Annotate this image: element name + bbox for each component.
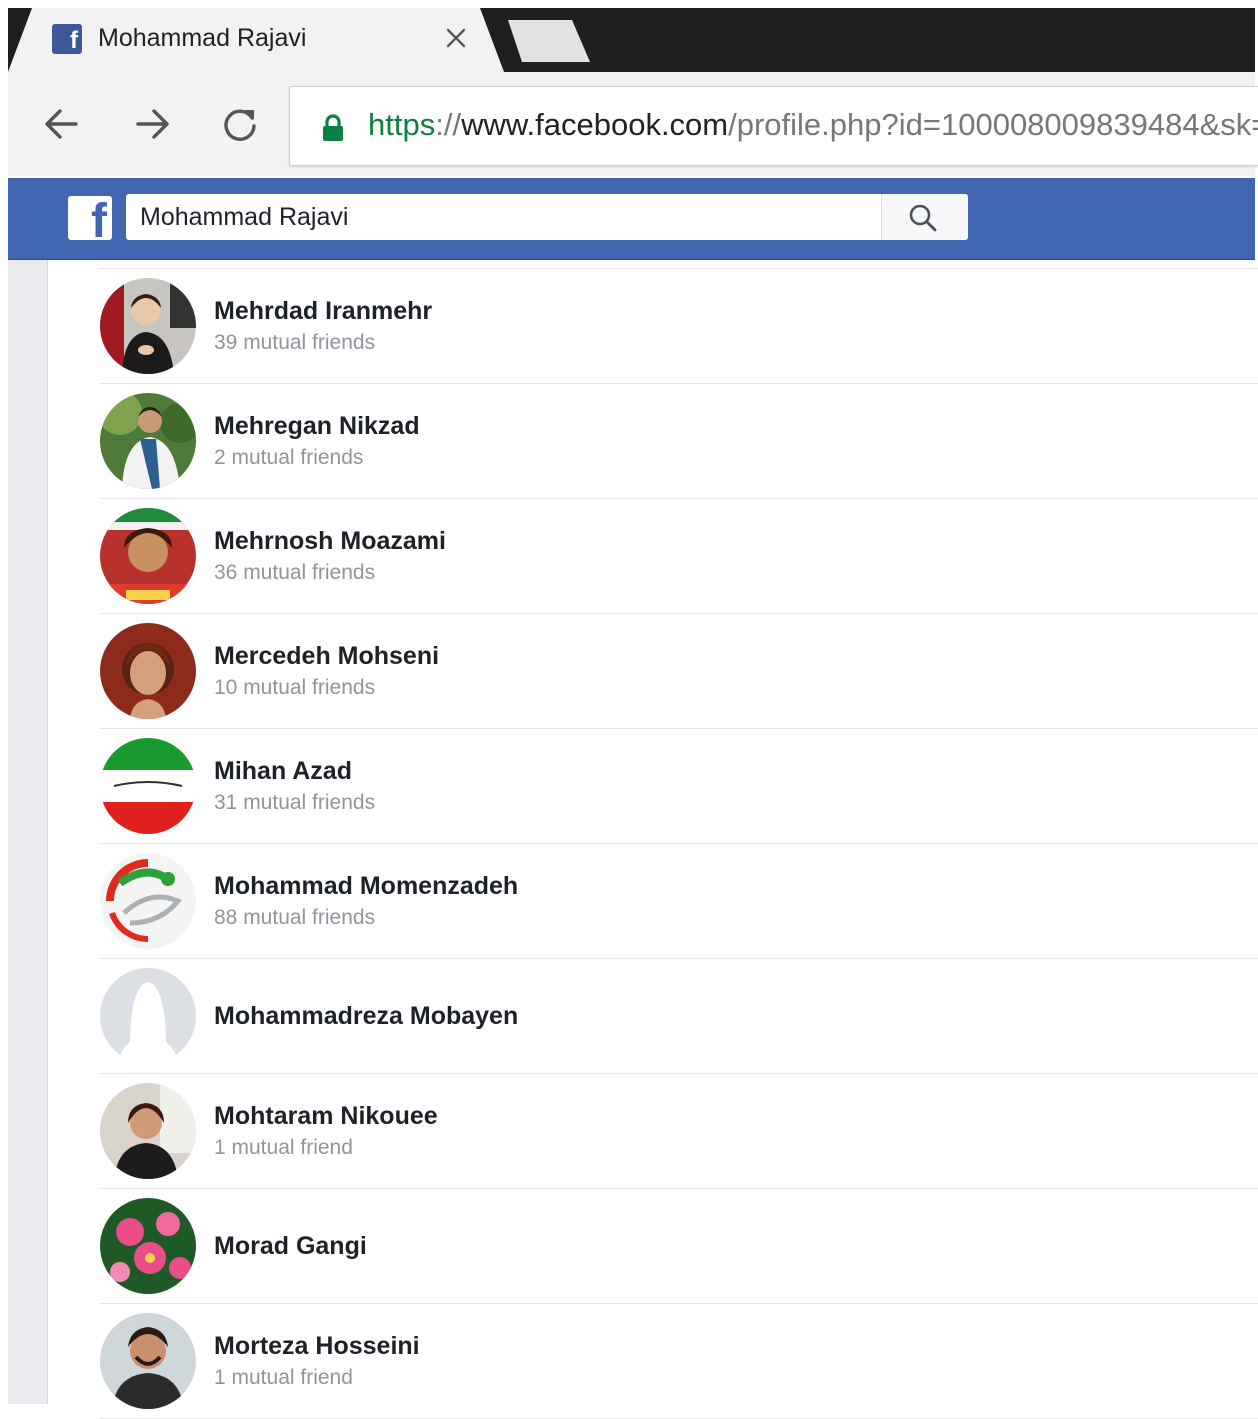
friend-row[interactable]: Mehregan Nikzad 2 mutual friends <box>100 384 1258 499</box>
search-button[interactable] <box>881 194 968 240</box>
friend-name[interactable]: Mercedeh Mohseni <box>214 640 439 672</box>
facebook-favicon-icon: f <box>52 24 82 54</box>
friend-name[interactable]: Morad Gangi <box>214 1230 367 1262</box>
avatar[interactable] <box>100 278 196 374</box>
browser-toolbar: https://www.facebook.com/profile.php?id=… <box>8 72 1258 176</box>
avatar[interactable] <box>100 968 196 1064</box>
close-tab-icon[interactable] <box>440 22 472 54</box>
avatar[interactable] <box>100 853 196 949</box>
mutual-friends-count[interactable]: 2 mutual friends <box>214 444 363 472</box>
friend-name[interactable]: Mihan Azad <box>214 755 352 787</box>
friend-row[interactable]: Mihan Azad 31 mutual friends <box>100 729 1258 844</box>
mutual-friends-count[interactable]: 1 mutual friend <box>214 1364 353 1392</box>
avatar[interactable] <box>100 623 196 719</box>
url-text: https://www.facebook.com/profile.php?id=… <box>368 105 1258 145</box>
friend-name[interactable]: Mohtaram Nikouee <box>214 1100 438 1132</box>
facebook-logo-icon[interactable]: f <box>68 196 112 240</box>
facebook-header: f <box>8 178 1255 260</box>
search-box <box>126 194 968 240</box>
reload-icon[interactable] <box>214 98 266 150</box>
avatar[interactable] <box>100 1313 196 1409</box>
mutual-friends-count[interactable]: 36 mutual friends <box>214 559 375 587</box>
tab-title: Mohammad Rajavi <box>98 24 307 52</box>
url-scheme: https <box>368 107 436 142</box>
friend-row[interactable]: Morad Gangi <box>100 1189 1258 1304</box>
friend-row[interactable]: Mercedeh Mohseni 10 mutual friends <box>100 614 1258 729</box>
friend-row[interactable]: Mehrnosh Moazami 36 mutual friends <box>100 499 1258 614</box>
friend-row[interactable]: Morteza Hosseini 1 mutual friend <box>100 1304 1258 1419</box>
mutual-friends-count[interactable]: 39 mutual friends <box>214 329 375 357</box>
mutual-friends-count[interactable]: 10 mutual friends <box>214 674 375 702</box>
avatar[interactable] <box>100 1198 196 1294</box>
back-arrow-icon[interactable] <box>36 98 88 150</box>
forward-arrow-icon[interactable] <box>126 98 178 150</box>
secure-lock-icon <box>323 114 343 141</box>
friend-name[interactable]: Mehrnosh Moazami <box>214 525 446 557</box>
friend-name[interactable]: Mohammad Momenzadeh <box>214 870 518 902</box>
mutual-friends-count[interactable]: 1 mutual friend <box>214 1134 353 1162</box>
address-bar[interactable]: https://www.facebook.com/profile.php?id=… <box>289 86 1258 166</box>
browser-tab-strip: f Mohammad Rajavi <box>8 8 1255 72</box>
avatar[interactable] <box>100 393 196 489</box>
friend-row[interactable]: Mohammad Momenzadeh 88 mutual friends <box>100 844 1258 959</box>
url-host: www.facebook.com <box>461 107 729 142</box>
friend-name[interactable]: Morteza Hosseini <box>214 1330 420 1362</box>
friend-name[interactable]: Mehrdad Iranmehr <box>214 295 432 327</box>
friend-name[interactable]: Mohammadreza Mobayen <box>214 1000 518 1032</box>
new-tab-button[interactable] <box>508 20 590 62</box>
avatar[interactable] <box>100 738 196 834</box>
avatar[interactable] <box>100 508 196 604</box>
friend-row[interactable]: Mohammadreza Mobayen <box>100 959 1258 1074</box>
friend-row[interactable]: Mohtaram Nikouee 1 mutual friend <box>100 1074 1258 1189</box>
url-separator: :// <box>435 107 462 142</box>
search-icon <box>909 204 937 232</box>
left-gutter <box>8 260 48 1404</box>
browser-tab[interactable]: f Mohammad Rajavi <box>8 8 504 72</box>
search-input[interactable] <box>126 194 880 240</box>
friends-list: Mehrdad Iranmehr 39 mutual friends Mehre… <box>100 268 1258 1419</box>
avatar[interactable] <box>100 1083 196 1179</box>
friend-row[interactable]: Mehrdad Iranmehr 39 mutual friends <box>100 269 1258 384</box>
mutual-friends-count[interactable]: 88 mutual friends <box>214 904 375 932</box>
url-path: /profile.php?id=100008009839484&sk= <box>728 107 1258 142</box>
mutual-friends-count[interactable]: 31 mutual friends <box>214 789 375 817</box>
friend-name[interactable]: Mehregan Nikzad <box>214 410 420 442</box>
